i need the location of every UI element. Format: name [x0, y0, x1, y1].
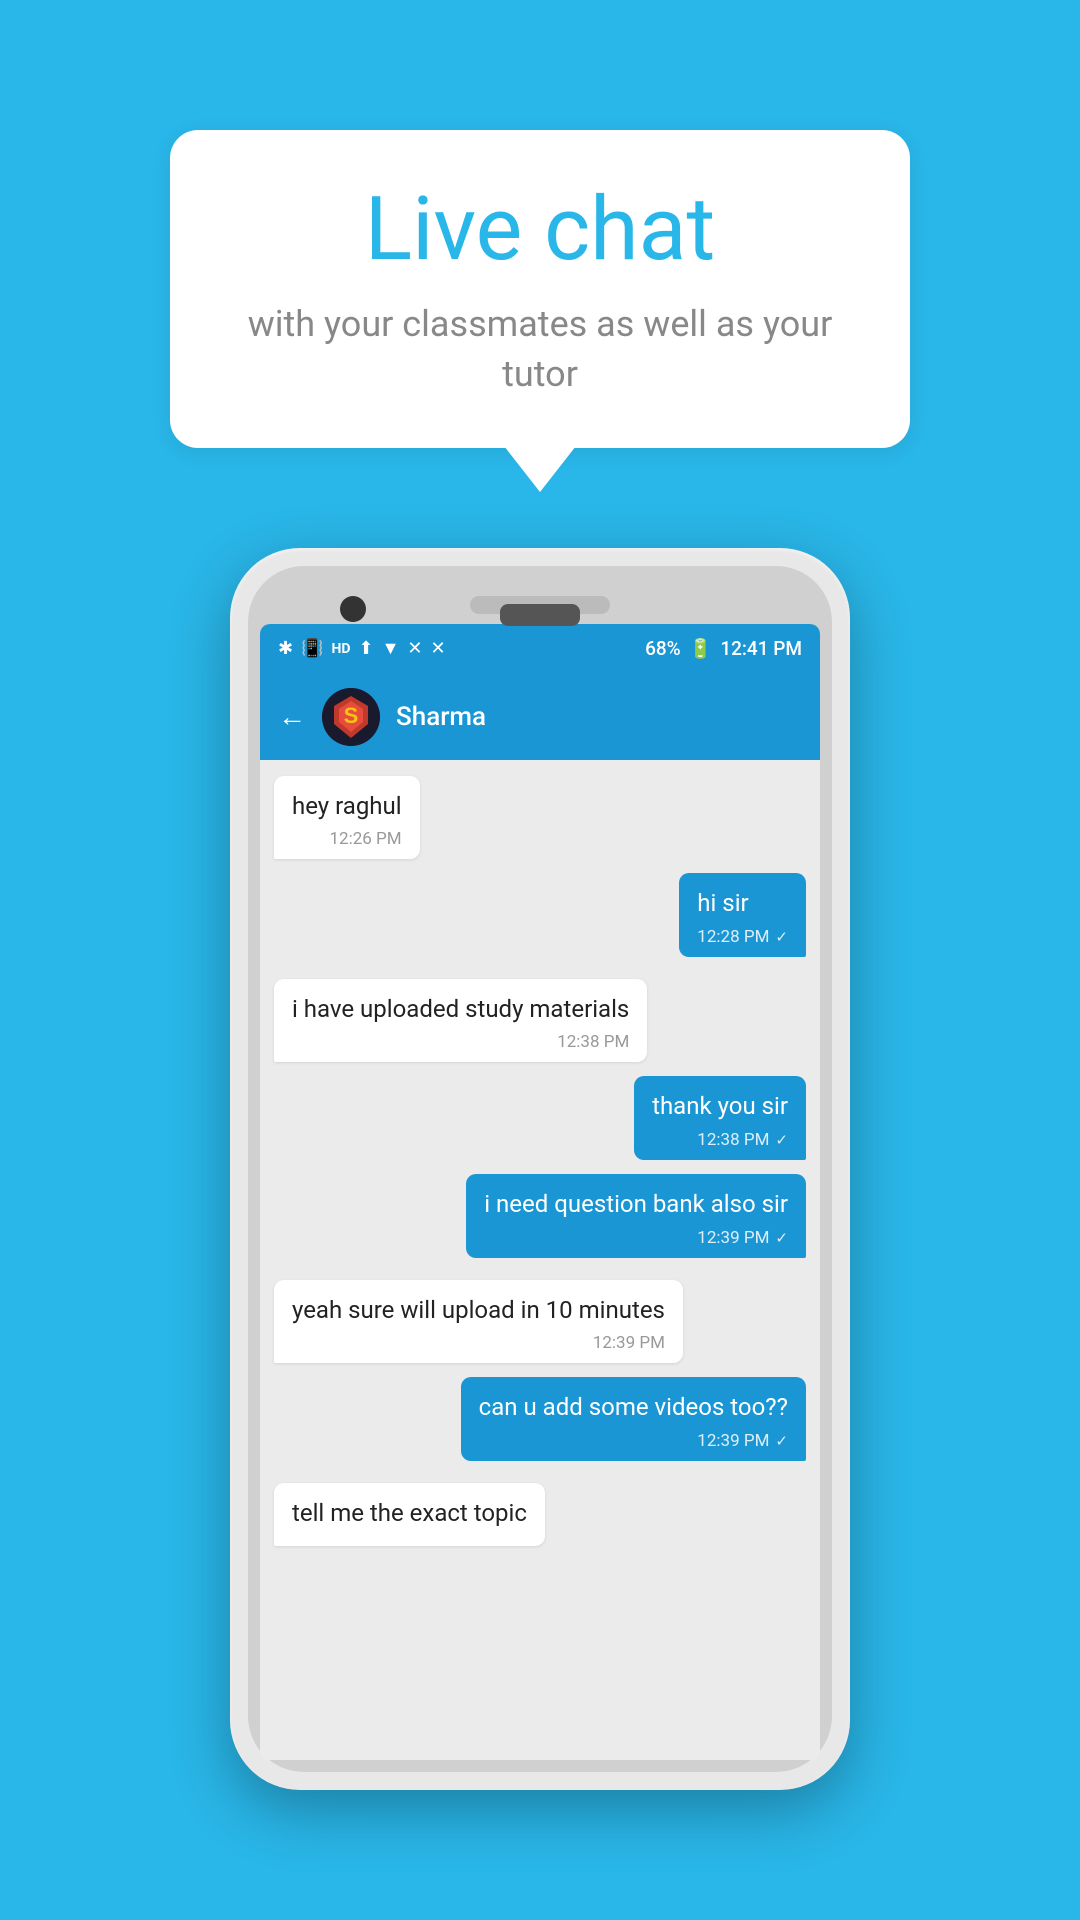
phone-top-hardware — [260, 578, 820, 624]
message-meta: 12:39 PM ✓ — [479, 1431, 788, 1451]
message-text: tell me the exact topic — [292, 1497, 527, 1531]
list-item: hi sir 12:28 PM ✓ — [679, 873, 806, 957]
battery-icon: 🔋 — [689, 637, 713, 660]
bubble-subtitle: with your classmates as well as your tut… — [240, 299, 840, 400]
contact-name: Sharma — [396, 702, 486, 732]
battery-percent: 68% — [645, 637, 681, 660]
message-meta: 12:38 PM ✓ — [652, 1130, 788, 1150]
signal2-icon: ✕ — [431, 638, 446, 659]
message-time: 12:38 PM — [697, 1130, 769, 1150]
bluetooth-icon: ✱ — [278, 638, 293, 659]
message-text: hi sir — [697, 887, 788, 921]
status-icons-left: ✱ 📳 HD ⬆ ▼ ✕ ✕ — [278, 638, 446, 659]
list-item: can u add some videos too?? 12:39 PM ✓ — [461, 1377, 806, 1461]
list-item: i have uploaded study materials 12:38 PM — [274, 979, 647, 1063]
svg-text:S: S — [344, 703, 359, 728]
message-tick: ✓ — [775, 1229, 788, 1247]
status-bar: ✱ 📳 HD ⬆ ▼ ✕ ✕ 68% 🔋 12:41 PM — [260, 624, 820, 674]
list-item: yeah sure will upload in 10 minutes 12:3… — [274, 1280, 683, 1364]
vibrate-icon: 📳 — [301, 638, 323, 659]
contact-avatar: S — [322, 688, 380, 746]
list-item: tell me the exact topic — [274, 1483, 545, 1547]
chat-area: hey raghul 12:26 PM hi sir 12:28 PM ✓ — [260, 760, 820, 1760]
message-text: can u add some videos too?? — [479, 1391, 788, 1425]
message-text: yeah sure will upload in 10 minutes — [292, 1294, 665, 1328]
speech-bubble: Live chat with your classmates as well a… — [170, 130, 910, 448]
hd-icon: HD — [332, 641, 351, 657]
message-time: 12:38 PM — [557, 1032, 629, 1052]
phone-screen: ✱ 📳 HD ⬆ ▼ ✕ ✕ 68% 🔋 12:41 PM — [260, 624, 820, 1760]
list-item: hey raghul 12:26 PM — [274, 776, 420, 860]
message-tick: ✓ — [775, 1131, 788, 1149]
message-time: 12:39 PM — [697, 1431, 769, 1451]
message-meta: 12:38 PM — [292, 1032, 629, 1052]
message-tick: ✓ — [775, 928, 788, 946]
message-text: i need question bank also sir — [484, 1188, 788, 1222]
phone-mockup: ✱ 📳 HD ⬆ ▼ ✕ ✕ 68% 🔋 12:41 PM — [230, 548, 850, 1790]
message-text: i have uploaded study materials — [292, 993, 629, 1027]
message-meta: 12:39 PM ✓ — [484, 1228, 788, 1248]
message-text: hey raghul — [292, 790, 402, 824]
bubble-title: Live chat — [240, 182, 840, 279]
message-time: 12:39 PM — [593, 1333, 665, 1353]
data-icon: ⬆ — [359, 638, 374, 659]
message-time: 12:28 PM — [697, 927, 769, 947]
front-camera — [340, 596, 366, 622]
wifi-icon: ▼ — [382, 638, 400, 659]
list-item: thank you sir 12:38 PM ✓ — [634, 1076, 806, 1160]
clock: 12:41 PM — [720, 637, 802, 660]
signal-icon: ✕ — [407, 638, 422, 659]
message-meta: 12:26 PM — [292, 829, 402, 849]
message-meta: 12:39 PM — [292, 1333, 665, 1353]
message-time: 12:39 PM — [697, 1228, 769, 1248]
message-time: 12:26 PM — [329, 829, 401, 849]
back-button[interactable]: ← — [278, 700, 306, 733]
list-item: i need question bank also sir 12:39 PM ✓ — [466, 1174, 806, 1258]
home-button — [500, 604, 580, 626]
message-meta: 12:28 PM ✓ — [697, 927, 788, 947]
message-text: thank you sir — [652, 1090, 788, 1124]
chat-header: ← S Sharma — [260, 674, 820, 760]
message-tick: ✓ — [775, 1432, 788, 1450]
status-right: 68% 🔋 12:41 PM — [645, 637, 802, 660]
